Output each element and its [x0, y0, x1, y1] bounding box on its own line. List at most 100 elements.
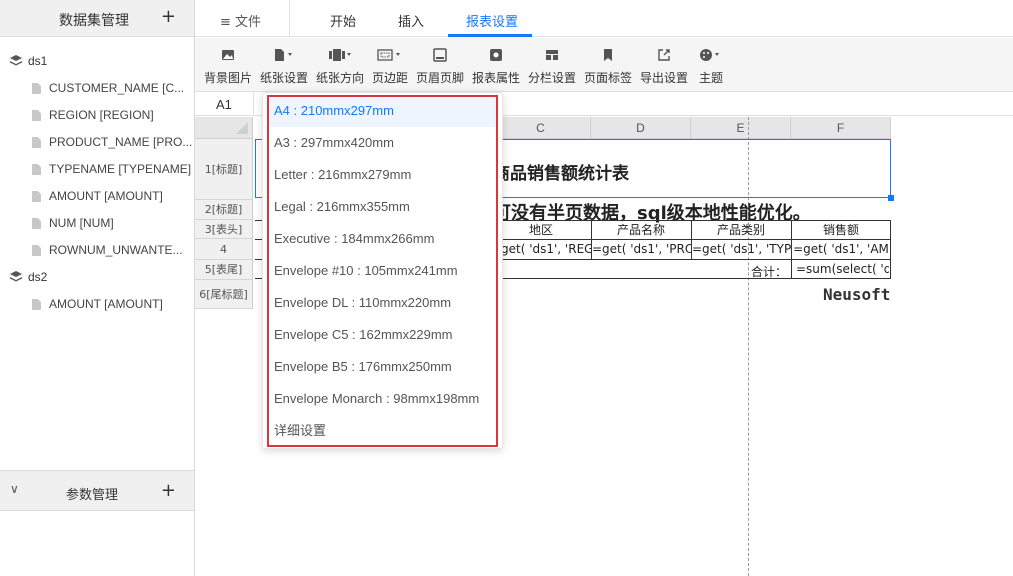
- toolbar-label: 报表属性: [472, 71, 521, 85]
- toolbar-label: 纸张方向: [316, 71, 365, 85]
- sum-formula-cell[interactable]: =sum(select( 'ds: [793, 260, 889, 278]
- layers-icon: [10, 271, 22, 282]
- image-icon: [204, 48, 252, 64]
- toolbar-label: 页面标签: [584, 71, 633, 85]
- dataset-panel: 数据集管理 + ds1 CUSTOMER_NAME [C... REGION […: [0, 0, 195, 576]
- field-item[interactable]: NUM [NUM]: [0, 213, 194, 240]
- ribbon-tabs: ≡ 文件 开始 插入 报表设置: [195, 0, 1013, 37]
- export-settings-button[interactable]: 导出设置: [640, 48, 688, 86]
- report-properties-button[interactable]: 报表属性: [472, 48, 520, 86]
- file-menu-button[interactable]: ≡ 文件: [195, 0, 290, 37]
- paper-orientation-button[interactable]: 纸张方向: [316, 48, 364, 86]
- field-label: AMOUNT [AMOUNT]: [49, 297, 163, 311]
- table-data-cell[interactable]: =get( 'ds1', 'TYP: [692, 240, 791, 258]
- field-item[interactable]: ROWNUM_UNWANTE...: [0, 240, 194, 267]
- chevron-down-icon[interactable]: ∨: [10, 482, 19, 496]
- report-title: 商品销售额统计表: [493, 164, 629, 184]
- background-image-button[interactable]: 背景图片: [204, 48, 252, 86]
- layers-icon: [10, 55, 22, 66]
- param-panel-header[interactable]: ∨ 参数管理 +: [0, 470, 194, 511]
- field-item[interactable]: TYPENAME [TYPENAME]: [0, 159, 194, 186]
- field-label: REGION [REGION]: [49, 108, 154, 122]
- table-header-cell[interactable]: 产品类别: [691, 221, 791, 239]
- highlight-box: [267, 95, 498, 447]
- dataset-panel-title: 数据集管理: [59, 13, 129, 29]
- table-data-cell[interactable]: =get( 'ds1', 'AM: [792, 240, 890, 258]
- column-header[interactable]: C: [491, 117, 591, 139]
- file-icon: [32, 110, 41, 121]
- bookmark-icon: [584, 48, 632, 64]
- file-icon: [32, 299, 41, 310]
- dataset-name: ds1: [28, 54, 48, 68]
- paper-settings-button[interactable]: 纸张设置: [260, 48, 308, 86]
- field-label: NUM [NUM]: [49, 216, 114, 230]
- columns-icon: [528, 48, 576, 64]
- toolbar: 背景图片 纸张设置 纸张方向 页边距 页眉页脚 报表属性 分栏设置 页面标签 导…: [195, 38, 1013, 92]
- page-tag-button[interactable]: 页面标签: [584, 48, 632, 86]
- row-header[interactable]: 3[表头]: [195, 220, 253, 239]
- dataset-ds2[interactable]: ds2: [0, 267, 194, 294]
- row-header[interactable]: 2[标题]: [195, 200, 253, 220]
- footer-title[interactable]: Neusoft: [823, 285, 890, 304]
- file-icon: [32, 245, 41, 256]
- toolbar-label: 纸张设置: [260, 71, 309, 85]
- field-item[interactable]: CUSTOMER_NAME [C...: [0, 78, 194, 105]
- table-data-cell[interactable]: get( 'ds1', 'REG: [501, 240, 591, 258]
- file-icon: [32, 137, 41, 148]
- row-header[interactable]: 6[尾标题]: [195, 280, 253, 309]
- cell-reference[interactable]: A1: [216, 97, 232, 112]
- field-label: TYPENAME [TYPENAME]: [49, 162, 192, 176]
- theme-button[interactable]: 主题: [699, 48, 723, 86]
- row-header[interactable]: 1[标题]: [195, 139, 253, 200]
- paper-size-dropdown: A4 : 210mmx297mm A3 : 297mmx420mm Letter…: [262, 92, 503, 449]
- column-header[interactable]: F: [791, 117, 891, 139]
- dataset-name: ds2: [28, 270, 48, 284]
- field-label: ROWNUM_UNWANTE...: [49, 243, 183, 257]
- column-header[interactable]: E: [691, 117, 791, 139]
- margin-icon: [372, 48, 408, 64]
- header-footer-button[interactable]: 页眉页脚: [416, 48, 464, 86]
- row-header[interactable]: 5[表尾]: [195, 260, 253, 280]
- row-header[interactable]: 4: [195, 239, 253, 260]
- file-icon: [32, 218, 41, 229]
- column-settings-button[interactable]: 分栏设置: [528, 48, 576, 86]
- dataset-ds1[interactable]: ds1: [0, 51, 194, 78]
- table-header-cell[interactable]: 地区: [491, 221, 591, 239]
- tab-report-settings[interactable]: 报表设置: [466, 11, 518, 30]
- select-all-corner[interactable]: [195, 117, 253, 139]
- param-panel-title: 参数管理: [66, 488, 119, 503]
- add-param-button[interactable]: +: [161, 480, 176, 501]
- field-item[interactable]: REGION [REGION]: [0, 105, 194, 132]
- gear-icon: [472, 48, 520, 64]
- toolbar-label: 页边距: [372, 71, 409, 85]
- dataset-panel-header: 数据集管理 +: [0, 0, 194, 37]
- file-icon: [32, 191, 41, 202]
- toolbar-label: 背景图片: [204, 71, 253, 85]
- sum-label[interactable]: 合计：: [751, 263, 787, 280]
- file-icon: [32, 164, 41, 175]
- field-label: PRODUCT_NAME [PRO...: [49, 135, 193, 149]
- toolbar-label: 导出设置: [640, 71, 689, 85]
- table-header-cell[interactable]: 销售额: [791, 221, 891, 239]
- field-item[interactable]: PRODUCT_NAME [PRO...: [0, 132, 194, 159]
- field-item[interactable]: AMOUNT [AMOUNT]: [0, 186, 194, 213]
- field-item[interactable]: AMOUNT [AMOUNT]: [0, 294, 194, 321]
- column-header[interactable]: D: [591, 117, 691, 139]
- palette-icon: [699, 48, 723, 64]
- add-dataset-button[interactable]: +: [161, 6, 176, 27]
- fill-handle[interactable]: [888, 195, 894, 201]
- dataset-tree: ds1 CUSTOMER_NAME [C... REGION [REGION] …: [0, 37, 194, 321]
- page-margin-button[interactable]: 页边距: [372, 48, 408, 86]
- orientation-icon: [316, 48, 364, 64]
- tab-start[interactable]: 开始: [330, 11, 356, 30]
- active-tab-indicator: [448, 34, 532, 37]
- toolbar-label: 分栏设置: [528, 71, 577, 85]
- table-data-cell[interactable]: =get( 'ds1', 'PRO: [592, 240, 691, 258]
- field-label: AMOUNT [AMOUNT]: [49, 189, 163, 203]
- export-icon: [640, 48, 688, 64]
- header-footer-icon: [416, 48, 464, 64]
- toolbar-label: 页眉页脚: [416, 71, 465, 85]
- table-header-cell[interactable]: 产品名称: [591, 221, 691, 239]
- file-icon: [32, 83, 41, 94]
- tab-insert[interactable]: 插入: [398, 11, 424, 30]
